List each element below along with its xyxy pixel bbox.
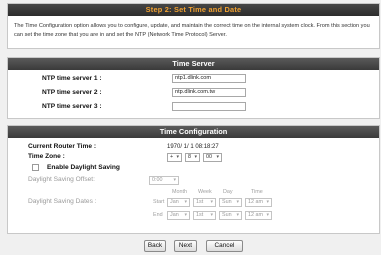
- time-zone-row: Time Zone : + ▾ 8 ▾ 00 ▾: [8, 152, 379, 162]
- chevron-down-icon: ▾: [173, 177, 176, 183]
- dst-start-day-select[interactable]: Sun ▾: [219, 198, 242, 207]
- ntp-server-2-row: NTP time server 2 : ntp.dlink.com.tw: [8, 88, 379, 98]
- chevron-down-icon: ▾: [266, 212, 269, 218]
- dst-offset-label: Daylight Saving Offset:: [28, 176, 95, 183]
- dst-col-time: Time: [251, 189, 263, 195]
- dst-col-week: Week: [198, 189, 212, 195]
- dst-end-row: End Jan ▾ 1st ▾ Sun ▾ 12 am ▾: [8, 210, 379, 220]
- ntp-server-3-row: NTP time server 3 :: [8, 102, 379, 112]
- chevron-down-icon: ▾: [176, 154, 179, 160]
- time-zone-label: Time Zone :: [28, 153, 65, 160]
- dst-start-label: Start: [153, 199, 165, 205]
- dst-start-row: Daylight Saving Dates : Start Jan ▾ 1st …: [8, 197, 379, 207]
- next-button[interactable]: Next: [174, 240, 197, 252]
- tz-sign-value: +: [170, 154, 174, 160]
- ntp-server-2-input[interactable]: ntp.dlink.com.tw: [172, 88, 246, 97]
- ntp-server-1-label: NTP time server 1 :: [42, 75, 102, 82]
- chevron-down-icon: ▾: [194, 154, 197, 160]
- time-config-panel: Time Configuration Current Router Time :…: [7, 125, 380, 234]
- dst-start-day-value: Sun: [222, 199, 232, 205]
- intro-panel: Step 2: Set Time and Date The Time Confi…: [7, 3, 380, 49]
- chevron-down-icon: ▾: [236, 199, 239, 205]
- chevron-down-icon: ▾: [184, 212, 187, 218]
- chevron-down-icon: ▾: [210, 199, 213, 205]
- dst-offset-row: Daylight Saving Offset: 0:00 ▾: [8, 175, 379, 185]
- time-server-panel: Time Server NTP time server 1 : ntp1.dli…: [7, 57, 380, 119]
- tz-min-select[interactable]: 00 ▾: [203, 153, 222, 162]
- tz-hour-select[interactable]: 8 ▾: [185, 153, 200, 162]
- time-server-header: Time Server: [8, 58, 379, 70]
- cancel-button[interactable]: Cancel: [206, 240, 243, 252]
- router-time-label: Current Router Time :: [28, 143, 97, 150]
- dst-end-day-value: Sun: [222, 212, 232, 218]
- time-config-header: Time Configuration: [8, 126, 379, 138]
- enable-dst-label: Enable Daylight Saving: [47, 164, 120, 171]
- step-title: Step 2: Set Time and Date: [8, 4, 379, 16]
- dst-offset-value: 0:00: [152, 177, 163, 183]
- tz-min-value: 00: [206, 154, 212, 160]
- ntp-server-1-row: NTP time server 1 : ntp1.dlink.com: [8, 74, 379, 84]
- router-time-value: 1970/ 1/ 1 08:18:27: [167, 144, 219, 150]
- dst-end-week-select[interactable]: 1st ▾: [193, 211, 216, 220]
- chevron-down-icon: ▾: [210, 212, 213, 218]
- enable-dst-row: Enable Daylight Saving: [8, 163, 379, 173]
- dst-start-week-value: 1st: [196, 199, 204, 205]
- dst-end-label: End: [153, 212, 163, 218]
- dst-start-week-select[interactable]: 1st ▾: [193, 198, 216, 207]
- tz-hour-value: 8: [188, 154, 191, 160]
- dst-offset-select[interactable]: 0:00 ▾: [149, 176, 179, 185]
- dst-end-month-select[interactable]: Jan ▾: [167, 211, 190, 220]
- dst-end-time-value: 12 am: [248, 212, 263, 218]
- ntp-server-1-input[interactable]: ntp1.dlink.com: [172, 74, 246, 83]
- chevron-down-icon: ▾: [216, 154, 219, 160]
- dst-col-day: Day: [223, 189, 233, 195]
- enable-dst-checkbox[interactable]: [32, 164, 39, 171]
- dst-end-month-value: Jan: [170, 212, 179, 218]
- back-button[interactable]: Back: [144, 240, 166, 252]
- dst-start-time-value: 12 am: [248, 199, 263, 205]
- dst-start-month-value: Jan: [170, 199, 179, 205]
- router-time-row: Current Router Time : 1970/ 1/ 1 08:18:2…: [8, 142, 379, 152]
- ntp-server-3-label: NTP time server 3 :: [42, 103, 102, 110]
- chevron-down-icon: ▾: [184, 199, 187, 205]
- chevron-down-icon: ▾: [266, 199, 269, 205]
- dst-col-month: Month: [172, 189, 187, 195]
- dst-end-day-select[interactable]: Sun ▾: [219, 211, 242, 220]
- dst-end-time-select[interactable]: 12 am ▾: [245, 211, 272, 220]
- ntp-server-3-input[interactable]: [172, 102, 246, 111]
- chevron-down-icon: ▾: [236, 212, 239, 218]
- dst-start-time-select[interactable]: 12 am ▾: [245, 198, 272, 207]
- intro-text: The Time Configuration option allows you…: [14, 23, 370, 38]
- dst-end-week-value: 1st: [196, 212, 204, 218]
- ntp-server-2-label: NTP time server 2 :: [42, 89, 102, 96]
- tz-sign-select[interactable]: + ▾: [167, 153, 182, 162]
- dst-dates-label: Daylight Saving Dates :: [28, 198, 97, 205]
- dst-start-month-select[interactable]: Jan ▾: [167, 198, 190, 207]
